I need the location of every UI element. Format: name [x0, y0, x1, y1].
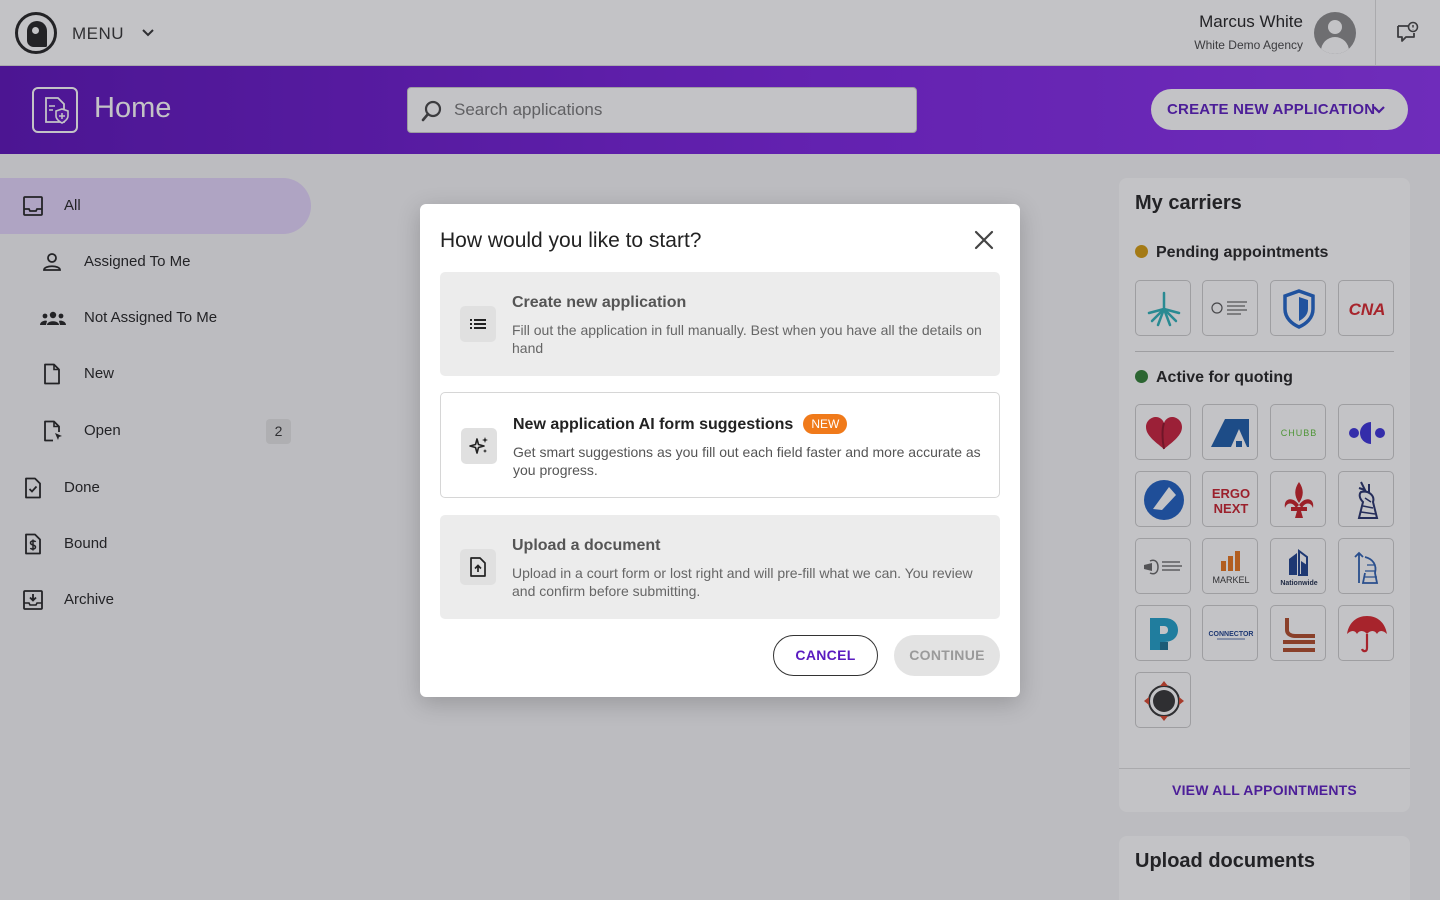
start-application-dialog: How would you like to start? Create new … [420, 204, 1020, 697]
option-ai-form-suggestions[interactable]: New application AI form suggestions NEW G… [440, 392, 1000, 498]
option-title-row: New application AI form suggestions NEW [513, 414, 848, 434]
file-upload-icon [460, 549, 496, 585]
option-description: Fill out the application in full manuall… [512, 322, 982, 356]
sparkles-icon [461, 428, 497, 464]
close-icon[interactable] [972, 228, 996, 252]
list-icon [460, 306, 496, 342]
option-title: New application AI form suggestions [513, 416, 794, 433]
option-title: Create new application [512, 294, 687, 311]
option-upload-document[interactable]: Upload a document Upload in a court form… [440, 515, 1000, 619]
continue-button[interactable]: CONTINUE [894, 635, 1000, 676]
option-create-new-application[interactable]: Create new application Fill out the appl… [440, 272, 1000, 376]
cancel-button[interactable]: CANCEL [773, 635, 878, 676]
option-description: Upload in a court form or lost right and… [512, 565, 973, 599]
option-description: Get smart suggestions as you fill out ea… [513, 444, 981, 478]
new-badge: NEW [803, 414, 848, 434]
option-title: Upload a document [512, 537, 661, 554]
dialog-title: How would you like to start? [440, 229, 702, 252]
